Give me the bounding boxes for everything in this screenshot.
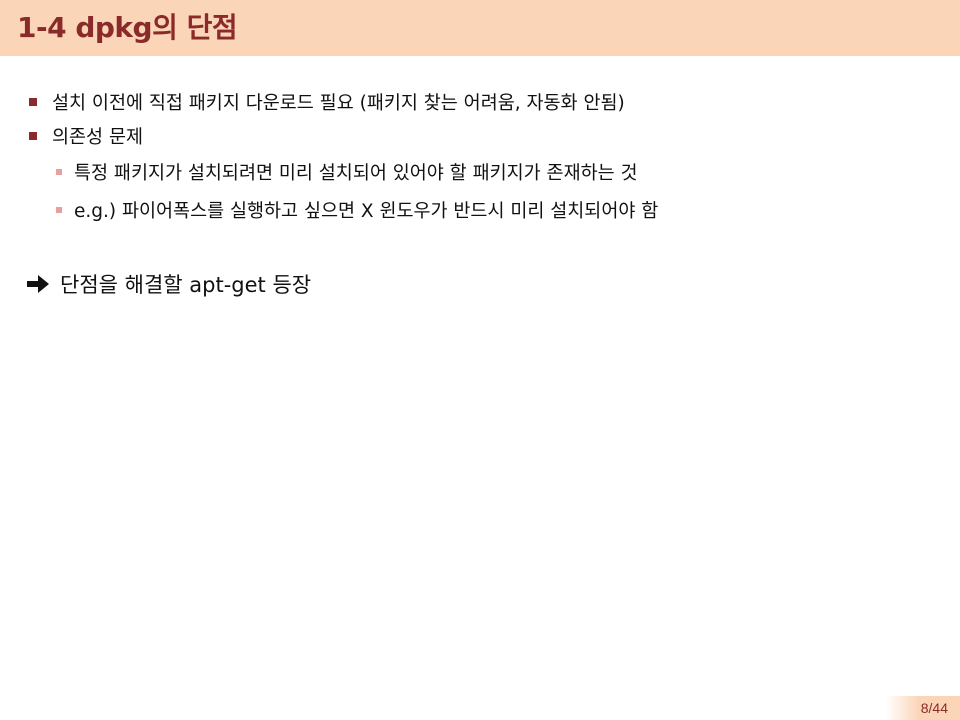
square-bullet-icon <box>56 169 62 175</box>
sub-bullet-item: 특정 패키지가 설치되려면 미리 설치되어 있어야 할 패키지가 존재하는 것 <box>56 158 638 186</box>
bullet-item: 설치 이전에 직접 패키지 다운로드 필요 (패키지 찾는 어려움, 자동화 안… <box>29 88 625 116</box>
slide-title: 1-4 dpkg의 단점 <box>17 11 238 44</box>
sub-bullet-text: 특정 패키지가 설치되려면 미리 설치되어 있어야 할 패키지가 존재하는 것 <box>74 163 638 184</box>
bullet-item: 의존성 문제 <box>29 122 143 150</box>
square-bullet-icon <box>29 132 37 140</box>
square-bullet-icon <box>29 98 37 106</box>
sub-bullet-text: e.g.) 파이어폭스를 실행하고 싶으면 X 윈도우가 반드시 미리 설치되어… <box>74 201 659 222</box>
right-arrow-icon <box>27 275 49 293</box>
title-bar: 1-4 dpkg의 단점 <box>0 0 960 56</box>
conclusion-text: 단점을 해결할 apt-get 등장 <box>60 273 312 297</box>
bullet-text: 설치 이전에 직접 패키지 다운로드 필요 (패키지 찾는 어려움, 자동화 안… <box>52 93 625 114</box>
square-bullet-icon <box>56 207 62 213</box>
bullet-text: 의존성 문제 <box>52 127 143 148</box>
conclusion-row: 단점을 해결할 apt-get 등장 <box>26 268 311 300</box>
sub-bullet-item: e.g.) 파이어폭스를 실행하고 싶으면 X 윈도우가 반드시 미리 설치되어… <box>56 196 658 224</box>
page-number: 8/44 <box>886 696 960 720</box>
